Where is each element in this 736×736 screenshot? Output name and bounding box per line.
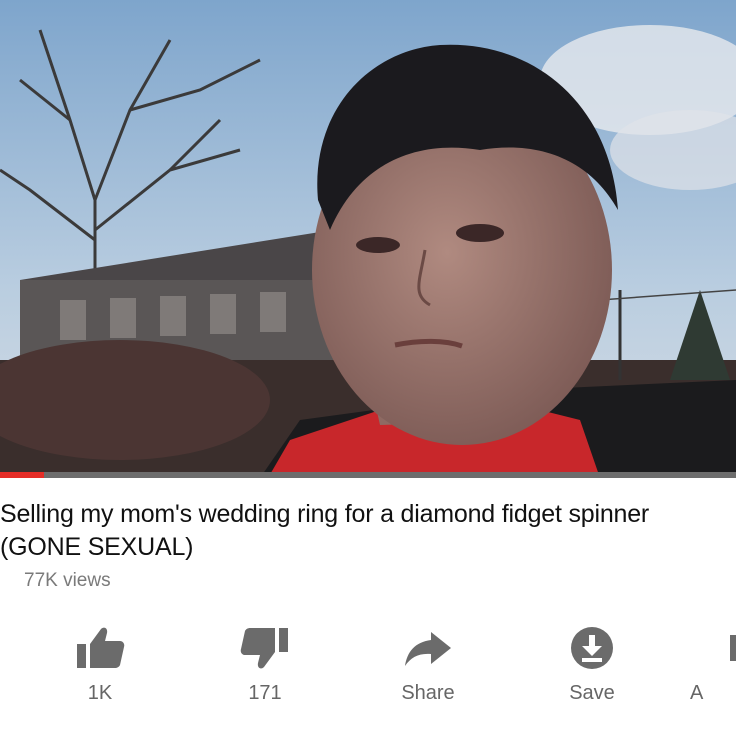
dislike-button[interactable]: 171 [205,620,325,720]
save-label: Save [569,682,615,704]
thumbs-down-icon [240,628,288,669]
view-count: 77K views [24,570,111,591]
add-to-playlist-icon [730,635,736,661]
like-button[interactable]: 1K [40,620,160,720]
dislike-count: 171 [248,682,282,704]
share-button[interactable]: Share [368,620,488,720]
share-label: Share [401,682,455,704]
download-icon [571,627,613,669]
thumbs-up-icon [77,627,125,668]
share-arrow-icon [405,632,451,666]
add-label: A [690,682,704,704]
action-bar: 1K 171 Share Save A [0,620,736,720]
like-count: 1K [87,682,113,704]
video-title: Selling my mom's wedding ring for a diam… [0,500,650,561]
video-progress-bar[interactable] [0,472,736,478]
video-frame [0,0,736,478]
save-button[interactable]: Save [532,620,652,720]
add-to-playlist-button[interactable]: A [690,620,736,720]
video-player[interactable] [0,0,736,478]
video-progress-played [0,472,45,478]
